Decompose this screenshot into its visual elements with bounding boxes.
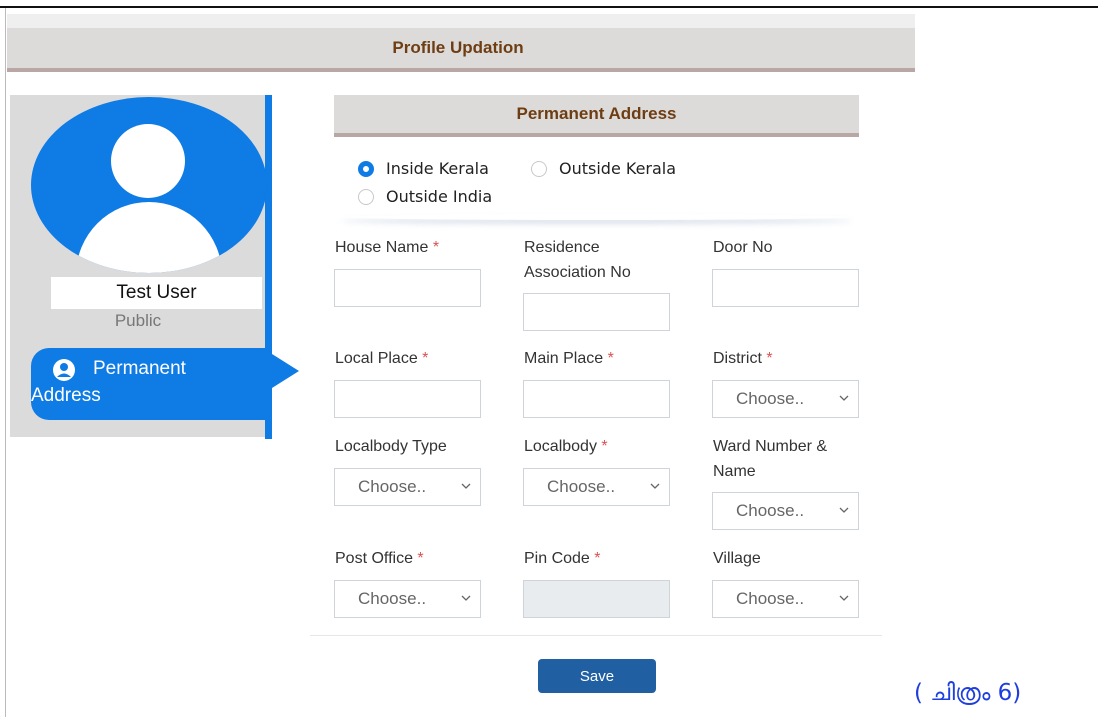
avatar bbox=[31, 97, 267, 273]
door-no-label: Door No bbox=[713, 239, 773, 256]
chevron-down-icon bbox=[839, 395, 849, 401]
localbody-type-label: Localbody Type bbox=[335, 438, 447, 455]
page-frame-top bbox=[0, 6, 1098, 8]
chevron-down-icon bbox=[461, 483, 471, 489]
form-divider bbox=[310, 635, 882, 636]
localbody-type-select-value: Choose.. bbox=[358, 477, 427, 496]
house-name-label: House Name * bbox=[335, 239, 440, 256]
localbody-label: Localbody * bbox=[524, 438, 608, 455]
main-place-label: Main Place * bbox=[524, 350, 614, 367]
user-circle-icon bbox=[53, 359, 75, 381]
district-select[interactable]: Choose.. bbox=[712, 380, 859, 418]
page-frame-left bbox=[5, 8, 6, 717]
pin-code-input[interactable] bbox=[523, 580, 670, 618]
localbody-select-value: Choose.. bbox=[547, 477, 616, 496]
village-select-value: Choose.. bbox=[736, 589, 805, 608]
post-office-select[interactable]: Choose.. bbox=[334, 580, 481, 618]
page-title: Profile Updation bbox=[392, 38, 524, 57]
chevron-down-icon bbox=[461, 595, 471, 601]
post-office-label: Post Office * bbox=[335, 550, 424, 567]
save-button[interactable]: Save bbox=[538, 659, 656, 693]
door-no-input[interactable] bbox=[712, 269, 859, 307]
radio-inside-kerala[interactable]: Inside Kerala bbox=[358, 159, 489, 178]
section-header: Permanent Address bbox=[334, 95, 859, 137]
ward-select-value: Choose.. bbox=[736, 501, 805, 520]
village-label: Village bbox=[713, 550, 761, 567]
local-place-label: Local Place * bbox=[335, 350, 429, 367]
figure-caption: ( ചിത്രം 6) bbox=[914, 680, 1022, 706]
header-bar: Profile Updation bbox=[7, 28, 915, 72]
local-place-input[interactable] bbox=[334, 380, 481, 418]
sidebar-item-permanent-address[interactable]: Permanent Address bbox=[31, 348, 267, 420]
header-strip bbox=[7, 14, 915, 28]
radio-group-shadow bbox=[342, 214, 852, 220]
village-select[interactable]: Choose.. bbox=[712, 580, 859, 618]
chevron-down-icon bbox=[650, 483, 660, 489]
localbody-type-select[interactable]: Choose.. bbox=[334, 468, 481, 506]
sidebar-item-label-line1: Permanent bbox=[93, 358, 186, 379]
ward-label: Ward Number & Name bbox=[713, 438, 828, 480]
radio-label: Outside India bbox=[386, 187, 493, 206]
district-select-value: Choose.. bbox=[736, 389, 805, 408]
district-label: District * bbox=[713, 350, 773, 367]
radio-label: Inside Kerala bbox=[386, 159, 489, 178]
section-title: Permanent Address bbox=[516, 104, 677, 123]
main-place-input[interactable] bbox=[523, 380, 670, 418]
chevron-down-icon bbox=[839, 507, 849, 513]
sidebar-item-label-line2: Address bbox=[31, 385, 101, 406]
avatar-head-icon bbox=[111, 124, 185, 198]
user-role: Public bbox=[114, 311, 162, 330]
radio-outside-kerala[interactable]: Outside Kerala bbox=[531, 159, 676, 178]
house-name-input[interactable] bbox=[334, 269, 481, 307]
radio-label: Outside Kerala bbox=[559, 159, 677, 178]
user-name: Test User bbox=[51, 277, 262, 309]
pin-code-label: Pin Code * bbox=[524, 550, 601, 567]
post-office-select-value: Choose.. bbox=[358, 589, 427, 608]
ward-select[interactable]: Choose.. bbox=[712, 492, 859, 530]
residence-association-label: Residence Association No bbox=[524, 239, 631, 281]
chevron-down-icon bbox=[839, 595, 849, 601]
radio-empty-icon bbox=[358, 188, 374, 205]
sidebar-active-pointer bbox=[272, 354, 299, 388]
radio-selected-icon bbox=[358, 160, 374, 177]
radio-empty-icon bbox=[531, 160, 547, 177]
avatar-body-icon bbox=[76, 202, 222, 273]
localbody-select[interactable]: Choose.. bbox=[523, 468, 670, 506]
radio-outside-india[interactable]: Outside India bbox=[358, 187, 492, 206]
residence-association-input[interactable] bbox=[523, 293, 670, 331]
